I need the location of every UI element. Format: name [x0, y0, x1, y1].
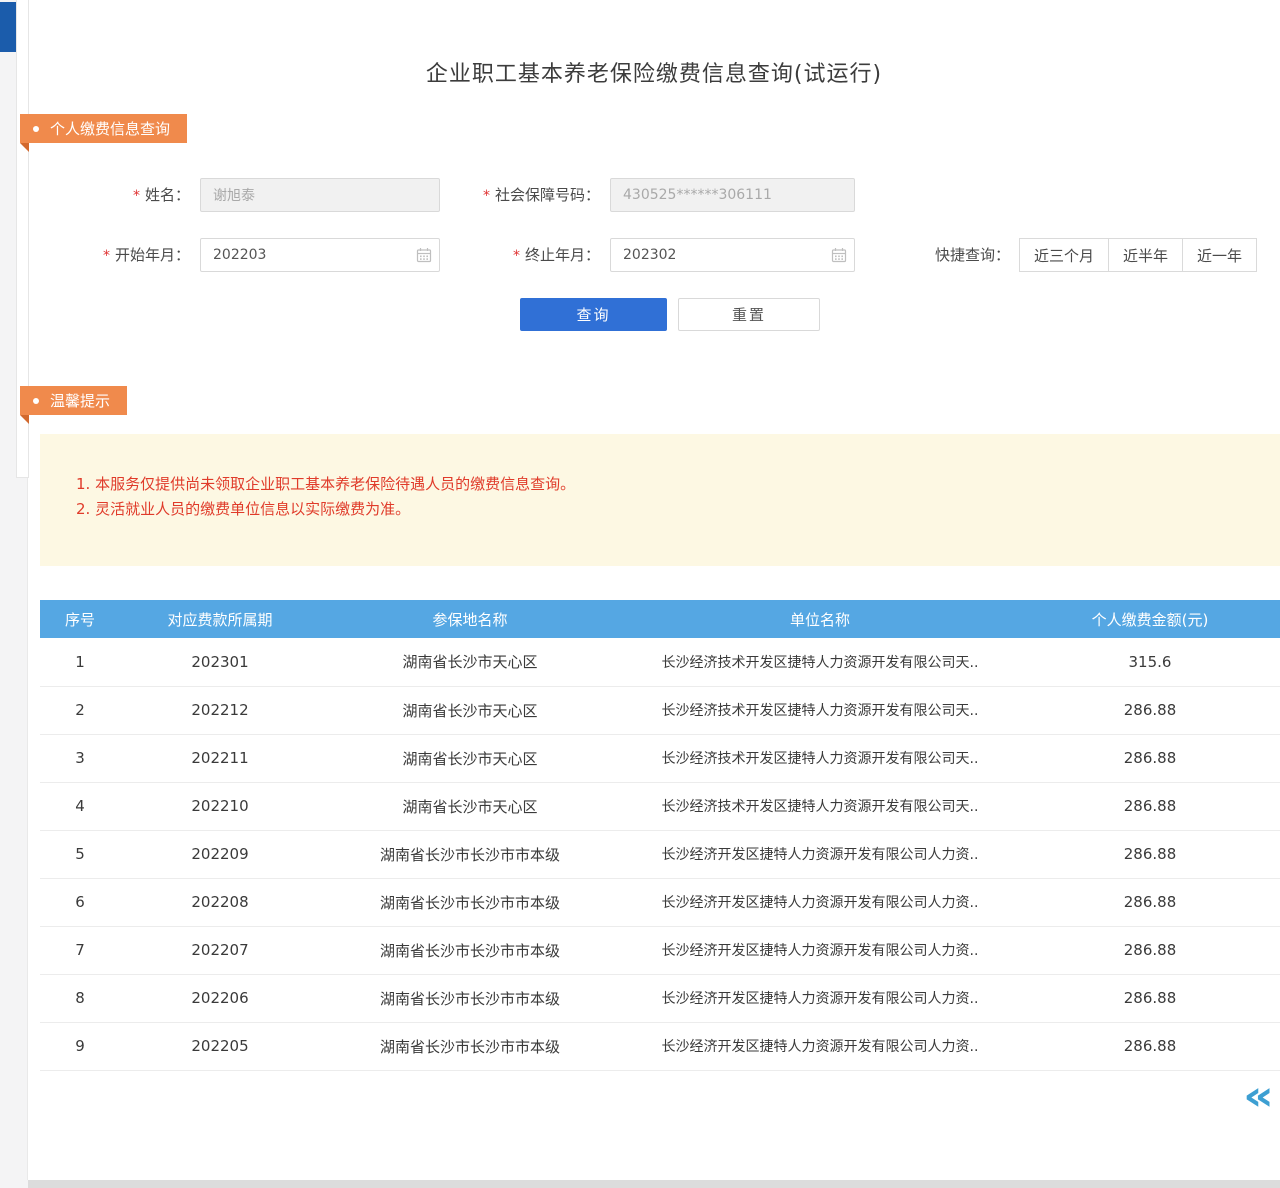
table-cell: 315.6: [1020, 638, 1280, 686]
table-row: 6202208湖南省长沙市长沙市市本级长沙经济开发区捷特人力资源开发有限公司人力…: [40, 878, 1280, 926]
table-cell: 1: [40, 638, 120, 686]
start-month-label: *开始年月：: [60, 238, 190, 272]
end-month-input[interactable]: [610, 238, 855, 272]
section-badge-tips: 温馨提示: [20, 386, 127, 415]
table-header-row: 序号 对应费款所属期 参保地名称 单位名称 个人缴费金额(元): [40, 600, 1280, 638]
table-cell: 286.88: [1020, 926, 1280, 974]
table-row: 1202301湖南省长沙市天心区长沙经济技术开发区捷特人力资源开发有限公司天..…: [40, 638, 1280, 686]
table-cell: 202211: [120, 734, 320, 782]
table-cell: 长沙经济技术开发区捷特人力资源开发有限公司天..: [620, 734, 1020, 782]
table-cell: 湖南省长沙市长沙市市本级: [320, 878, 620, 926]
table-cell: 202205: [120, 1022, 320, 1070]
table-cell: 4: [40, 782, 120, 830]
section-badge-label: 温馨提示: [50, 390, 110, 411]
payment-table: 序号 对应费款所属期 参保地名称 单位名称 个人缴费金额(元) 1202301湖…: [40, 600, 1280, 1071]
table-cell: 286.88: [1020, 686, 1280, 734]
column-header-period: 对应费款所属期: [120, 600, 320, 638]
table-cell: 长沙经济开发区捷特人力资源开发有限公司人力资..: [620, 974, 1020, 1022]
table-cell: 286.88: [1020, 1022, 1280, 1070]
table-cell: 湖南省长沙市长沙市市本级: [320, 926, 620, 974]
end-month-label: *终止年月：: [470, 238, 600, 272]
notice-line: 2. 灵活就业人员的缴费单位信息以实际缴费为准。: [76, 497, 1260, 522]
collapse-chevron-icon[interactable]: «: [1243, 1076, 1274, 1117]
page-title: 企业职工基本养老保险缴费信息查询(试运行): [28, 56, 1280, 88]
name-input: [200, 178, 440, 212]
table-cell: 2: [40, 686, 120, 734]
table-cell: 202212: [120, 686, 320, 734]
start-month-input[interactable]: [200, 238, 440, 272]
table-row: 7202207湖南省长沙市长沙市市本级长沙经济开发区捷特人力资源开发有限公司人力…: [40, 926, 1280, 974]
ssn-input: [610, 178, 855, 212]
notice-box: 1. 本服务仅提供尚未领取企业职工基本养老保险待遇人员的缴费信息查询。 2. 灵…: [40, 434, 1280, 566]
table-cell: 5: [40, 830, 120, 878]
required-asterisk: *: [483, 188, 490, 204]
table-cell: 湖南省长沙市天心区: [320, 782, 620, 830]
section-badge-query: 个人缴费信息查询: [20, 114, 187, 143]
bullet-icon: [33, 398, 39, 404]
column-header-index: 序号: [40, 600, 120, 638]
ssn-field-wrap: [610, 178, 855, 212]
quick-btn-last-half-year[interactable]: 近半年: [1108, 238, 1183, 272]
column-header-amount: 个人缴费金额(元): [1020, 600, 1280, 638]
table-cell: 202207: [120, 926, 320, 974]
quick-btn-last-3-months[interactable]: 近三个月: [1019, 238, 1109, 272]
table-row: 2202212湖南省长沙市天心区长沙经济技术开发区捷特人力资源开发有限公司天..…: [40, 686, 1280, 734]
table-cell: 3: [40, 734, 120, 782]
table-cell: 202208: [120, 878, 320, 926]
table-cell: 286.88: [1020, 974, 1280, 1022]
table-cell: 长沙经济开发区捷特人力资源开发有限公司人力资..: [620, 926, 1020, 974]
table-cell: 湖南省长沙市长沙市市本级: [320, 974, 620, 1022]
table-cell: 湖南省长沙市长沙市市本级: [320, 1022, 620, 1070]
table-row: 8202206湖南省长沙市长沙市市本级长沙经济开发区捷特人力资源开发有限公司人力…: [40, 974, 1280, 1022]
table-cell: 202210: [120, 782, 320, 830]
start-month-field-wrap: [200, 238, 440, 272]
table-row: 4202210湖南省长沙市天心区长沙经济技术开发区捷特人力资源开发有限公司天..…: [40, 782, 1280, 830]
name-field-wrap: [200, 178, 440, 212]
bullet-icon: [33, 126, 39, 132]
table-cell: 7: [40, 926, 120, 974]
name-label: *姓名：: [60, 178, 190, 212]
table-cell: 长沙经济开发区捷特人力资源开发有限公司人力资..: [620, 830, 1020, 878]
quick-query-label: 快捷查询：: [922, 238, 1010, 272]
table-cell: 202206: [120, 974, 320, 1022]
table-cell: 长沙经济技术开发区捷特人力资源开发有限公司天..: [620, 686, 1020, 734]
table-row: 3202211湖南省长沙市天心区长沙经济技术开发区捷特人力资源开发有限公司天..…: [40, 734, 1280, 782]
notice-line: 1. 本服务仅提供尚未领取企业职工基本养老保险待遇人员的缴费信息查询。: [76, 472, 1260, 497]
column-header-insured-place: 参保地名称: [320, 600, 620, 638]
table-cell: 202301: [120, 638, 320, 686]
table-cell: 202209: [120, 830, 320, 878]
table-cell: 9: [40, 1022, 120, 1070]
table-cell: 长沙经济开发区捷特人力资源开发有限公司人力资..: [620, 1022, 1020, 1070]
table-cell: 湖南省长沙市天心区: [320, 686, 620, 734]
quick-query-group: 近三个月 近半年 近一年: [1019, 238, 1257, 272]
required-asterisk: *: [103, 248, 110, 264]
table-row: 5202209湖南省长沙市长沙市市本级长沙经济开发区捷特人力资源开发有限公司人力…: [40, 830, 1280, 878]
table-cell: 286.88: [1020, 878, 1280, 926]
table-cell: 286.88: [1020, 734, 1280, 782]
reset-button[interactable]: 重置: [678, 298, 820, 331]
table-row: 9202205湖南省长沙市长沙市市本级长沙经济开发区捷特人力资源开发有限公司人力…: [40, 1022, 1280, 1070]
table-cell: 湖南省长沙市天心区: [320, 734, 620, 782]
table-cell: 湖南省长沙市天心区: [320, 638, 620, 686]
table-cell: 长沙经济技术开发区捷特人力资源开发有限公司天..: [620, 782, 1020, 830]
table-cell: 8: [40, 974, 120, 1022]
table-cell: 长沙经济技术开发区捷特人力资源开发有限公司天..: [620, 638, 1020, 686]
table-cell: 6: [40, 878, 120, 926]
quick-btn-last-year[interactable]: 近一年: [1182, 238, 1257, 272]
end-month-field-wrap: [610, 238, 855, 272]
query-button[interactable]: 查询: [520, 298, 667, 331]
column-header-employer: 单位名称: [620, 600, 1020, 638]
calendar-icon[interactable]: [416, 247, 432, 263]
table-cell: 湖南省长沙市长沙市市本级: [320, 830, 620, 878]
table-cell: 286.88: [1020, 830, 1280, 878]
required-asterisk: *: [513, 248, 520, 264]
table-cell: 长沙经济开发区捷特人力资源开发有限公司人力资..: [620, 878, 1020, 926]
required-asterisk: *: [133, 188, 140, 204]
table-cell: 286.88: [1020, 782, 1280, 830]
sidebar-blue-tab: [0, 2, 16, 52]
bottom-divider: [28, 1180, 1280, 1188]
ssn-label: *社会保障号码：: [440, 178, 600, 212]
calendar-icon[interactable]: [831, 247, 847, 263]
section-badge-label: 个人缴费信息查询: [50, 118, 170, 139]
